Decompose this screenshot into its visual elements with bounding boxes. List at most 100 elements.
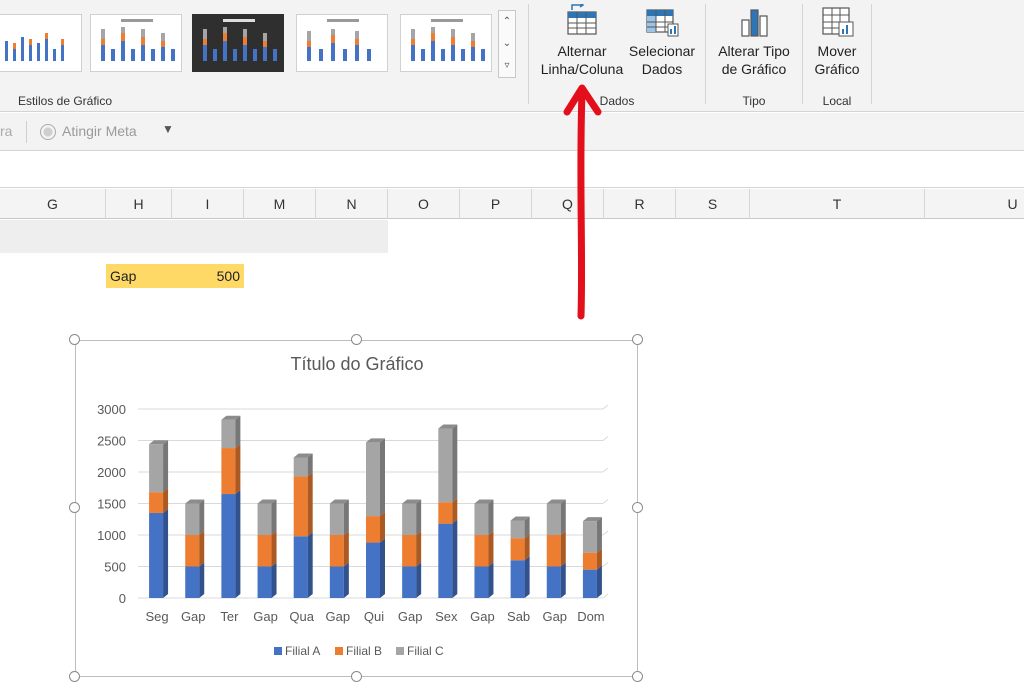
- bar-segment: [149, 512, 164, 598]
- x-tick-label: Gap: [542, 609, 567, 624]
- more-commands-chevron-down-icon[interactable]: ▼: [162, 122, 174, 136]
- bar-segment: [474, 503, 489, 535]
- chart-style-thumbnail-1[interactable]: [0, 14, 82, 72]
- bar-segment-side: [560, 531, 566, 567]
- resize-handle-top-left[interactable]: [69, 334, 80, 345]
- stacked-column-chart[interactable]: Título do Gráfico 0 500 1000 1500 2000 2500 300…: [75, 340, 638, 677]
- bar-segment-side: [271, 499, 277, 535]
- column-header-r[interactable]: R: [604, 189, 676, 219]
- gridline-depth: [602, 467, 609, 473]
- gridline-depth: [602, 404, 609, 410]
- column-header-p[interactable]: P: [460, 189, 532, 219]
- bar-segment-side: [343, 499, 349, 535]
- ribbon-separator: [528, 4, 529, 104]
- bar-segment: [366, 442, 380, 517]
- bar-segment-side: [380, 538, 385, 598]
- chart-style-thumbnail-2[interactable]: [90, 14, 182, 72]
- chart-style-thumbnail-3[interactable]: [192, 14, 284, 72]
- bar-segment: [402, 503, 417, 535]
- bar-segment: [438, 502, 453, 524]
- bar-segment-side: [524, 556, 530, 598]
- gap-cell-value: 500: [216, 268, 240, 284]
- scroll-down-icon[interactable]: ⌄: [499, 33, 515, 55]
- switch-row-column-button[interactable]: Alternar Linha/Coluna: [538, 4, 626, 78]
- chart-style-preview: [411, 19, 485, 61]
- gallery-expand-icon[interactable]: ▿: [499, 55, 515, 77]
- bar-segment-side: [416, 562, 422, 598]
- resize-handle-left[interactable]: [69, 502, 80, 513]
- formula-bar-area: [0, 152, 1024, 188]
- gridline-depth: [602, 530, 609, 536]
- x-tick-label: Gap: [181, 609, 206, 624]
- bar-segment-side: [271, 562, 277, 598]
- bar-segment: [257, 535, 272, 567]
- bar-segment-side: [596, 517, 602, 553]
- bar-segment: [185, 535, 200, 567]
- ribbon-separator: [871, 4, 872, 104]
- select-data-button[interactable]: Selecionar Dados: [624, 4, 700, 78]
- bar-segment: [438, 523, 453, 598]
- column-header-o[interactable]: O: [388, 189, 460, 219]
- resize-handle-right[interactable]: [632, 502, 643, 513]
- bar-segment: [329, 535, 344, 567]
- column-header-u[interactable]: U: [925, 189, 1024, 219]
- bar-segment-side: [524, 534, 530, 561]
- column-header-g[interactable]: G: [0, 189, 106, 219]
- bar-segment: [582, 521, 597, 553]
- bar-segment-side: [452, 519, 458, 598]
- chart-style-thumbnail-5[interactable]: [400, 14, 492, 72]
- column-header-h[interactable]: H: [106, 189, 172, 219]
- chart-style-preview: [307, 19, 371, 61]
- bar-segment-side: [235, 444, 241, 495]
- chart-style-preview: [101, 19, 175, 61]
- chart-styles-group-label: Estilos de Gráfico: [17, 94, 113, 108]
- column-header-m[interactable]: M: [244, 189, 316, 219]
- resize-handle-bottom[interactable]: [351, 671, 362, 682]
- bar-segment-side: [416, 499, 422, 535]
- bar-segment-side: [452, 424, 458, 503]
- bar-segment: [582, 569, 597, 598]
- column-header-s[interactable]: S: [676, 189, 750, 219]
- column-header-i[interactable]: I: [172, 189, 244, 219]
- bar-segment: [510, 560, 525, 598]
- goal-seek-button[interactable]: Atingir Meta: [62, 123, 137, 139]
- bar-segment-side: [163, 440, 169, 493]
- gap-cell[interactable]: Gap 500: [106, 264, 244, 288]
- chart-style-thumbnail-4[interactable]: [296, 14, 388, 72]
- select-data-label: Selecionar Dados: [628, 43, 696, 77]
- bar-segment-side: [488, 531, 494, 567]
- chart-title: Título do Gráfico: [290, 354, 423, 374]
- bar-segment-side: [380, 512, 385, 543]
- scroll-up-icon[interactable]: ⌃: [499, 11, 515, 33]
- chart-plot-svg: Título do Gráfico 0 500 1000 1500 2000 2500 300…: [97, 354, 609, 658]
- legend-swatch: [396, 647, 404, 655]
- bar-segment-side: [199, 562, 205, 598]
- column-header-t[interactable]: T: [750, 189, 925, 219]
- column-header-q[interactable]: Q: [532, 189, 604, 219]
- resize-handle-top[interactable]: [351, 334, 362, 345]
- y-tick-label: 1500: [97, 497, 126, 512]
- select-data-icon: [646, 9, 679, 37]
- x-tick-label: Ter: [220, 609, 239, 624]
- bar-segment-side: [560, 562, 566, 598]
- bar-segment-side: [343, 531, 349, 567]
- bar-segment: [366, 516, 380, 543]
- change-chart-type-button[interactable]: Alterar Tipo de Gráfico: [710, 4, 798, 78]
- bar-segment-side: [596, 565, 602, 598]
- bar-segment: [149, 444, 164, 493]
- resize-handle-top-right[interactable]: [632, 334, 643, 345]
- resize-handle-bottom-right[interactable]: [632, 671, 643, 682]
- column-header-n[interactable]: N: [316, 189, 388, 219]
- move-chart-button[interactable]: Mover Gráfico: [806, 4, 868, 78]
- bar-segment-side: [380, 438, 385, 517]
- bar-segment: [546, 503, 561, 535]
- column-headers: G H I M N O P Q R S T U: [0, 189, 1024, 219]
- bar-segment: [474, 535, 489, 567]
- bar-segment: [402, 535, 417, 567]
- gallery-scrollbar[interactable]: ⌃ ⌄ ▿: [498, 10, 516, 78]
- legend-swatch: [274, 647, 282, 655]
- bar-segment-side: [199, 499, 205, 535]
- resize-handle-bottom-left[interactable]: [69, 671, 80, 682]
- shaded-cell-range[interactable]: [0, 220, 388, 253]
- truncated-command-label: ra: [0, 123, 13, 139]
